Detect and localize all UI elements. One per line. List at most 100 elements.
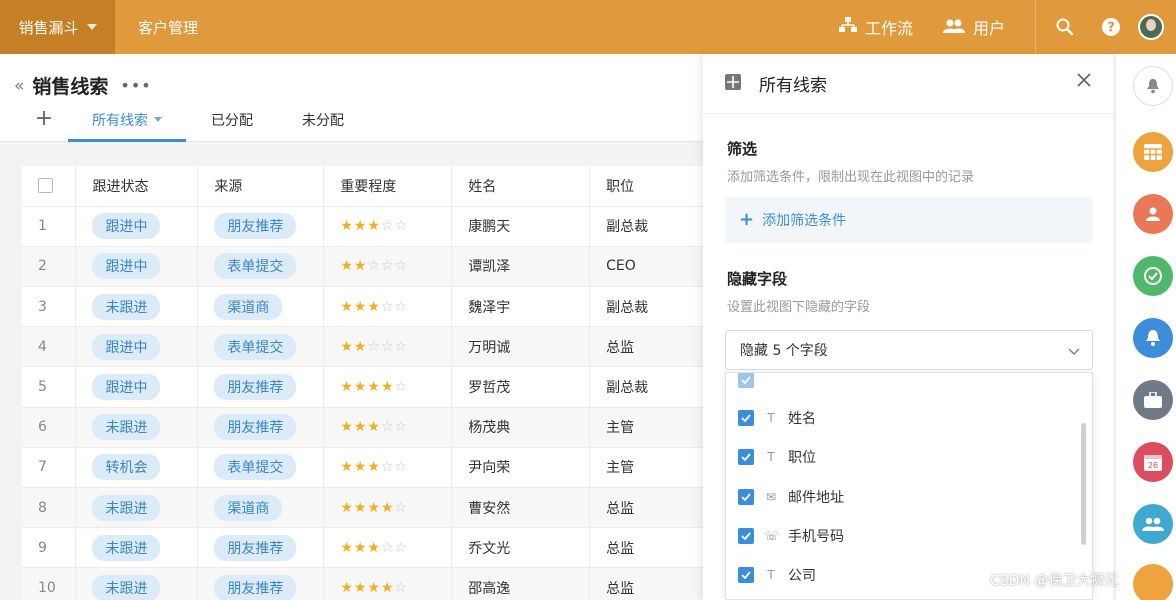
source-cell[interactable]: 渠道商 bbox=[197, 487, 325, 529]
calendar-app-icon[interactable]: 26 bbox=[1133, 442, 1173, 482]
status-cell[interactable]: 转机会 bbox=[75, 447, 199, 489]
hidden-fields-select[interactable]: 隐藏 5 个字段 bbox=[725, 330, 1093, 370]
importance-cell[interactable]: ★★★★☆ bbox=[323, 567, 453, 600]
title-cell[interactable]: 主管 bbox=[589, 447, 722, 489]
status-cell[interactable]: 未跟进 bbox=[75, 567, 199, 600]
hidden-field-option[interactable]: ☏ 手机号码 bbox=[738, 524, 844, 548]
title-cell[interactable]: 副总裁 bbox=[589, 366, 722, 408]
status-cell[interactable]: 未跟进 bbox=[75, 527, 199, 569]
workflow-link[interactable]: 工作流 bbox=[838, 15, 913, 39]
hidden-field-option[interactable]: T 职位 bbox=[738, 445, 816, 469]
scrollbar[interactable] bbox=[1081, 423, 1086, 545]
tab-assigned[interactable]: 已分配 bbox=[209, 106, 255, 142]
search-icon[interactable] bbox=[1042, 0, 1088, 54]
checkbox[interactable] bbox=[738, 527, 754, 544]
collapse-left-icon[interactable]: « bbox=[14, 76, 24, 96]
source-cell[interactable]: 表单提交 bbox=[197, 246, 325, 288]
title-cell[interactable]: 副总裁 bbox=[589, 286, 722, 328]
name-cell[interactable]: 乔文光 bbox=[451, 527, 591, 569]
checkbox[interactable] bbox=[738, 373, 754, 388]
importance-cell[interactable]: ★★★☆☆ bbox=[323, 447, 453, 489]
importance-cell[interactable]: ★★☆☆☆ bbox=[323, 326, 453, 368]
source-cell[interactable]: 表单提交 bbox=[197, 326, 325, 368]
source-cell[interactable]: 朋友推荐 bbox=[197, 407, 325, 448]
importance-cell[interactable]: ★★★★☆ bbox=[323, 487, 453, 529]
name-cell[interactable]: 康鹏天 bbox=[451, 206, 591, 247]
source-cell[interactable]: 朋友推荐 bbox=[197, 366, 325, 408]
importance-cell[interactable]: ★★★☆☆ bbox=[323, 286, 453, 328]
list-item-partial[interactable] bbox=[738, 373, 754, 392]
table-app-icon[interactable] bbox=[1133, 132, 1173, 172]
help-icon[interactable]: ? bbox=[1088, 0, 1134, 54]
title-cell[interactable]: 总监 bbox=[589, 567, 722, 600]
table-row[interactable]: 10 未跟进 朋友推荐 ★★★★☆ 邵高逸 总监 bbox=[22, 567, 722, 600]
title-cell[interactable]: 总监 bbox=[589, 527, 722, 569]
source-cell[interactable]: 朋友推荐 bbox=[197, 206, 325, 247]
table-row[interactable]: 3 未跟进 渠道商 ★★★☆☆ 魏泽宇 副总裁 bbox=[22, 286, 722, 328]
source-cell[interactable]: 朋友推荐 bbox=[197, 527, 325, 569]
name-cell[interactable]: 曹安然 bbox=[451, 487, 591, 529]
select-all-header[interactable] bbox=[22, 166, 77, 207]
importance-cell[interactable]: ★★★☆☆ bbox=[323, 527, 453, 569]
more-app-icon[interactable] bbox=[1133, 564, 1173, 600]
hidden-field-option[interactable]: ✉ 邮件地址 bbox=[738, 485, 844, 509]
contacts-app-icon[interactable] bbox=[1133, 194, 1173, 234]
checkbox[interactable] bbox=[738, 488, 754, 505]
importance-cell[interactable]: ★★☆☆☆ bbox=[323, 246, 453, 288]
add-view-icon[interactable]: + bbox=[0, 106, 88, 132]
name-cell[interactable]: 万明诚 bbox=[451, 326, 591, 368]
col-importance[interactable]: 重要程度 bbox=[323, 166, 453, 207]
tab-all-leads[interactable]: 所有线索 bbox=[68, 106, 186, 142]
notification-app-icon[interactable] bbox=[1133, 318, 1173, 358]
nav-customer-management[interactable]: 客户管理 bbox=[138, 17, 198, 38]
table-row[interactable]: 8 未跟进 渠道商 ★★★★☆ 曹安然 总监 bbox=[22, 487, 722, 529]
col-title[interactable]: 职位 bbox=[589, 166, 722, 207]
team-app-icon[interactable] bbox=[1133, 504, 1173, 544]
users-link[interactable]: 用户 bbox=[942, 15, 1005, 39]
close-icon[interactable] bbox=[1077, 72, 1091, 91]
bell-icon[interactable] bbox=[1133, 66, 1173, 106]
table-row[interactable]: 7 转机会 表单提交 ★★★☆☆ 尹向荣 主管 bbox=[22, 447, 722, 489]
name-cell[interactable]: 邵高逸 bbox=[451, 567, 591, 600]
add-filter-button[interactable]: + 添加筛选条件 bbox=[725, 197, 1093, 243]
status-cell[interactable]: 未跟进 bbox=[75, 286, 199, 328]
briefcase-app-icon[interactable] bbox=[1133, 380, 1173, 420]
check-app-icon[interactable] bbox=[1133, 256, 1173, 296]
status-cell[interactable]: 跟进中 bbox=[75, 206, 199, 247]
source-cell[interactable]: 渠道商 bbox=[197, 286, 325, 328]
col-source[interactable]: 来源 bbox=[197, 166, 325, 207]
name-cell[interactable]: 魏泽宇 bbox=[451, 286, 591, 328]
table-row[interactable]: 2 跟进中 表单提交 ★★☆☆☆ 谭凯泽 CEO bbox=[22, 246, 722, 288]
title-cell[interactable]: 总监 bbox=[589, 487, 722, 529]
more-icon[interactable]: ••• bbox=[120, 76, 151, 95]
select-all-checkbox[interactable] bbox=[38, 178, 53, 194]
source-cell[interactable]: 表单提交 bbox=[197, 447, 325, 489]
importance-cell[interactable]: ★★★★☆ bbox=[323, 366, 453, 408]
checkbox[interactable] bbox=[738, 567, 754, 584]
checkbox[interactable] bbox=[738, 410, 754, 426]
checkbox[interactable] bbox=[738, 449, 754, 466]
table-row[interactable]: 1 跟进中 朋友推荐 ★★★☆☆ 康鹏天 副总裁 bbox=[22, 206, 722, 247]
status-cell[interactable]: 跟进中 bbox=[75, 246, 199, 288]
table-row[interactable]: 9 未跟进 朋友推荐 ★★★☆☆ 乔文光 总监 bbox=[22, 527, 722, 569]
name-cell[interactable]: 谭凯泽 bbox=[451, 246, 591, 288]
title-cell[interactable]: 主管 bbox=[589, 407, 722, 448]
title-cell[interactable]: 副总裁 bbox=[589, 206, 722, 247]
table-row[interactable]: 5 跟进中 朋友推荐 ★★★★☆ 罗哲茂 副总裁 bbox=[22, 366, 722, 408]
title-cell[interactable]: CEO bbox=[589, 246, 722, 288]
source-cell[interactable]: 朋友推荐 bbox=[197, 567, 325, 600]
name-cell[interactable]: 尹向荣 bbox=[451, 447, 591, 489]
name-cell[interactable]: 杨茂典 bbox=[451, 407, 591, 448]
table-row[interactable]: 6 未跟进 朋友推荐 ★★★☆☆ 杨茂典 主管 bbox=[22, 407, 722, 448]
status-cell[interactable]: 未跟进 bbox=[75, 407, 199, 448]
importance-cell[interactable]: ★★★☆☆ bbox=[323, 407, 453, 448]
hidden-field-option[interactable]: T 姓名 bbox=[738, 406, 816, 430]
table-row[interactable]: 4 跟进中 表单提交 ★★☆☆☆ 万明诚 总监 bbox=[22, 326, 722, 368]
importance-cell[interactable]: ★★★☆☆ bbox=[323, 206, 453, 247]
title-cell[interactable]: 总监 bbox=[589, 326, 722, 368]
tab-unassigned[interactable]: 未分配 bbox=[300, 106, 346, 142]
hidden-field-option[interactable]: T 公司 bbox=[738, 563, 816, 587]
status-cell[interactable]: 未跟进 bbox=[75, 487, 199, 529]
status-cell[interactable]: 跟进中 bbox=[75, 326, 199, 368]
status-cell[interactable]: 跟进中 bbox=[75, 366, 199, 408]
